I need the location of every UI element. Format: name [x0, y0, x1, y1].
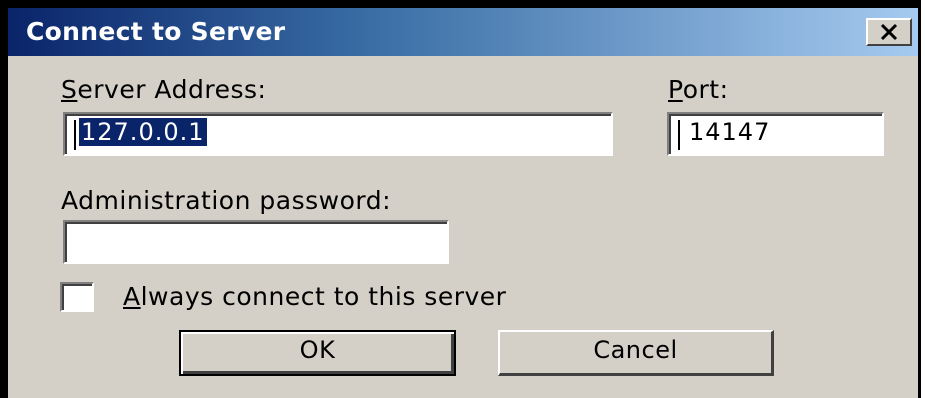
port-value: 14147	[689, 118, 771, 146]
admin-password-input[interactable]	[63, 220, 449, 264]
port-label: Port:	[668, 75, 729, 104]
port-hotkey: P	[668, 75, 683, 104]
close-button[interactable]	[866, 18, 912, 46]
port-input[interactable]: 14147	[667, 112, 884, 156]
ok-button[interactable]: OK	[179, 330, 456, 376]
always-connect-hotkey: A	[123, 282, 141, 311]
window-border-top	[0, 0, 925, 8]
server-address-label-text: erver Address:	[77, 75, 267, 104]
text-caret	[678, 120, 680, 150]
always-connect-label[interactable]: Always connect to this server	[123, 282, 506, 311]
title-bar[interactable]: Connect to Server	[8, 8, 918, 56]
server-address-label: Server Address:	[61, 75, 266, 104]
admin-password-label: Administration password:	[61, 186, 391, 215]
server-address-value: 127.0.0.1	[79, 118, 207, 146]
window-title: Connect to Server	[26, 17, 286, 46]
close-icon	[880, 23, 898, 41]
connect-dialog: Connect to Server Server Address: 127.0.…	[0, 0, 925, 398]
server-address-selected-text: 127.0.0.1	[79, 118, 207, 146]
text-caret	[74, 120, 76, 150]
always-connect-checkbox[interactable]	[60, 282, 94, 312]
always-connect-label-text: lways connect to this server	[140, 282, 507, 311]
window-border-left	[0, 0, 8, 398]
cancel-button[interactable]: Cancel	[498, 330, 774, 376]
server-address-hotkey: S	[61, 75, 78, 104]
port-label-text: ort:	[682, 75, 729, 104]
window-border-right	[918, 0, 925, 398]
server-address-input[interactable]: 127.0.0.1	[63, 112, 613, 156]
